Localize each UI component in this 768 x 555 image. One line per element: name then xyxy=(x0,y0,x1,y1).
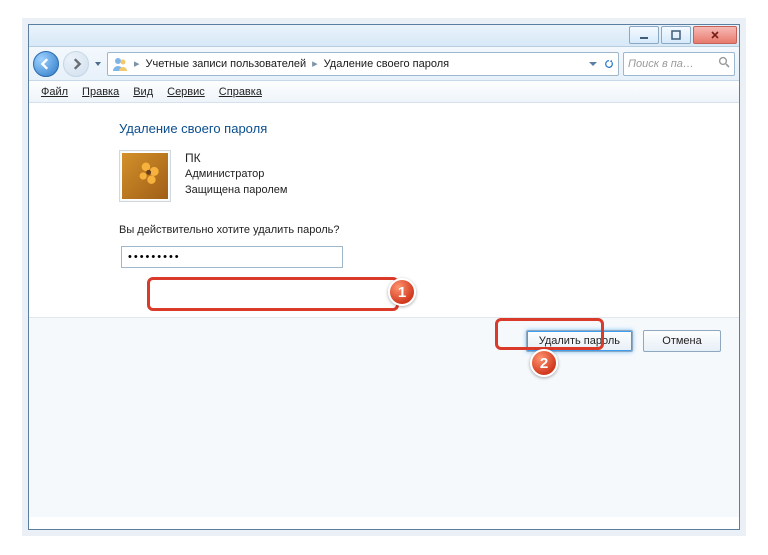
delete-password-button[interactable]: Удалить пароль xyxy=(526,330,633,352)
avatar xyxy=(119,150,171,202)
titlebar xyxy=(29,25,739,47)
breadcrumb-level1[interactable]: Учетные записи пользователей xyxy=(146,58,307,70)
menu-view[interactable]: Вид xyxy=(127,84,159,100)
user-accounts-icon xyxy=(112,56,128,72)
history-dropdown[interactable] xyxy=(93,60,103,68)
search-box[interactable]: Поиск в па… xyxy=(623,52,735,76)
maximize-button[interactable] xyxy=(661,26,691,44)
breadcrumb-sep-icon: ▸ xyxy=(312,57,318,70)
annotation-highlight-1 xyxy=(147,277,399,311)
user-info-block: ПК Администратор Защищена паролем xyxy=(119,150,725,202)
menu-file[interactable]: Файл xyxy=(35,84,74,100)
address-bar[interactable]: ▸ Учетные записи пользователей ▸ Удалени… xyxy=(107,52,619,76)
menu-tools[interactable]: Сервис xyxy=(161,84,211,100)
button-row: Удалить пароль Отмена xyxy=(29,317,739,517)
menu-edit[interactable]: Правка xyxy=(76,84,125,100)
content-area: Удаление своего пароля ПК Администратор … xyxy=(29,103,739,268)
forward-button[interactable] xyxy=(63,51,89,77)
close-button[interactable] xyxy=(693,26,737,44)
address-dropdown[interactable] xyxy=(588,59,598,69)
minimize-button[interactable] xyxy=(629,26,659,44)
search-icon xyxy=(718,56,730,71)
search-placeholder: Поиск в па… xyxy=(628,58,694,70)
breadcrumb-level2[interactable]: Удаление своего пароля xyxy=(324,58,449,70)
cancel-button[interactable]: Отмена xyxy=(643,330,721,352)
user-name: ПК xyxy=(185,150,287,167)
user-role: Администратор xyxy=(185,167,287,183)
password-input[interactable] xyxy=(121,246,343,268)
menu-bar: Файл Правка Вид Сервис Справка xyxy=(29,81,739,103)
annotation-badge-1: 1 xyxy=(388,278,416,306)
menu-help[interactable]: Справка xyxy=(213,84,268,100)
breadcrumb-sep-icon: ▸ xyxy=(134,57,140,70)
confirm-prompt: Вы действительно хотите удалить пароль? xyxy=(119,224,725,236)
back-button[interactable] xyxy=(33,51,59,77)
refresh-button[interactable] xyxy=(604,59,614,69)
page-title: Удаление своего пароля xyxy=(119,121,725,136)
window-frame: ▸ Учетные записи пользователей ▸ Удалени… xyxy=(28,24,740,530)
nav-row: ▸ Учетные записи пользователей ▸ Удалени… xyxy=(29,47,739,81)
user-status: Защищена паролем xyxy=(185,183,287,199)
